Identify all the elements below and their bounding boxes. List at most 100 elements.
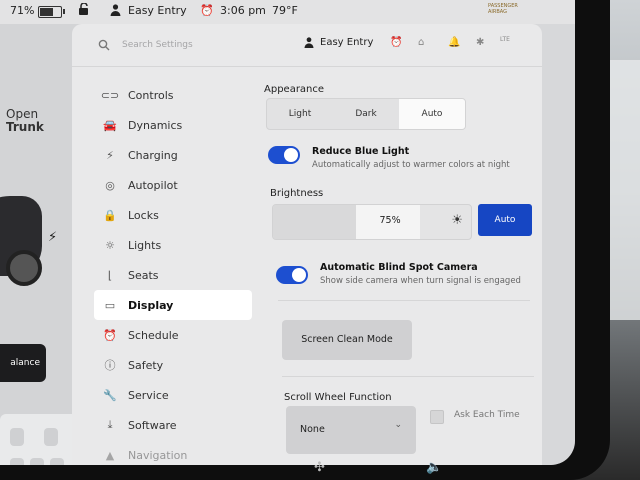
appearance-option-dark[interactable]: Dark: [333, 99, 399, 129]
profile-name[interactable]: Easy Entry: [128, 4, 187, 17]
sidebar-item-autopilot[interactable]: ◎ Autopilot: [100, 170, 260, 200]
trunk-label-line2: Trunk: [6, 120, 44, 134]
ask-each-time-checkbox[interactable]: [430, 410, 444, 424]
seat-icon: [50, 458, 64, 465]
fan-icon[interactable]: ✣: [314, 460, 325, 475]
brightness-slider[interactable]: ☼ 75% ☀: [272, 204, 472, 240]
brightness-value: 75%: [379, 215, 401, 226]
blind-spot-camera-toggle[interactable]: [276, 266, 308, 284]
alarm-clock-icon[interactable]: ⏰: [390, 37, 402, 48]
sidebar-item-label: Display: [128, 298, 174, 312]
sidebar-item-label: Safety: [128, 358, 164, 372]
reduce-blue-light-title: Reduce Blue Light: [312, 146, 410, 157]
screen-clean-mode-button[interactable]: Screen Clean Mode: [282, 320, 412, 360]
volume-icon[interactable]: 🔈: [426, 460, 442, 475]
info-icon: ⓘ: [104, 359, 116, 372]
sidebar-item-display[interactable]: ▭ Display: [94, 290, 252, 320]
reduce-blue-light-description: Automatically adjust to warmer colors at…: [312, 160, 510, 170]
brightness-handle[interactable]: 75%: [355, 205, 420, 239]
seat-icon: [44, 428, 58, 446]
scroll-wheel-function-label: Scroll Wheel Function: [284, 392, 392, 403]
sidebar-item-charging[interactable]: ⚡ Charging: [100, 140, 260, 170]
sun-large-icon: ☀: [451, 213, 463, 228]
search-icon[interactable]: [98, 36, 110, 55]
toggle-icon: ⊂⊃: [100, 88, 120, 102]
sidebar-item-label: Service: [128, 388, 169, 402]
lock-icon: 🔒: [103, 208, 117, 222]
toggle-knob: [284, 148, 298, 162]
charging-bolt-icon: ⚡: [48, 230, 58, 245]
profile-icon[interactable]: [110, 4, 121, 19]
balance-button[interactable]: alance: [0, 344, 46, 382]
search-settings-input[interactable]: [120, 36, 234, 54]
sidebar-item-lights[interactable]: ☼ Lights: [100, 230, 260, 260]
lock-icon[interactable]: [78, 2, 90, 19]
bell-icon[interactable]: 🔔: [448, 37, 460, 48]
sidebar-item-locks[interactable]: 🔒 Locks: [100, 200, 260, 230]
sidebar-item-software[interactable]: ⤓ Software: [100, 410, 260, 440]
sidebar-item-label: Lights: [128, 238, 162, 252]
seat-icon: ⌊: [107, 268, 113, 282]
appearance-segmented-control: Light Dark Auto: [266, 98, 466, 130]
seat-icon: [10, 428, 24, 446]
sidebar-item-label: Controls: [128, 88, 174, 102]
brightness-auto-button[interactable]: Auto: [478, 204, 532, 236]
scroll-wheel-function-select[interactable]: None ⌄: [286, 406, 416, 454]
wrench-icon: 🔧: [103, 388, 117, 402]
sidebar-item-label: Software: [128, 418, 177, 432]
sidebar-item-label: Seats: [128, 268, 159, 282]
scroll-wheel-selected-value: None: [300, 424, 325, 435]
battery-percent: 71%: [10, 4, 35, 17]
chevron-down-icon: ⌄: [394, 420, 402, 430]
reduce-blue-light-toggle[interactable]: [268, 146, 300, 164]
ask-each-time-label: Ask Each Time: [454, 410, 520, 420]
light-icon: ☼: [105, 238, 115, 252]
outside-temperature: 79°F: [272, 4, 298, 17]
passenger-airbag-indicator: PASSENGER AIRBAG: [488, 3, 518, 15]
sidebar-item-dynamics[interactable]: 🚘 Dynamics: [100, 110, 260, 140]
bolt-icon: ⚡: [106, 148, 114, 162]
blind-spot-camera-description: Show side camera when turn signal is eng…: [320, 276, 521, 286]
sidebar-item-service[interactable]: 🔧 Service: [100, 380, 260, 410]
homelink-icon[interactable]: ⌂: [418, 37, 424, 48]
blind-spot-camera-title: Automatic Blind Spot Camera: [320, 262, 478, 273]
lte-signal-icon: LTE: [500, 36, 510, 43]
trunk-label-line1: Open: [6, 107, 39, 121]
settings-window: Easy Entry ⏰ ⌂ 🔔 ✱ LTE ⊂⊃ Controls 🚘 Dynami…: [72, 24, 542, 465]
header-profile-name[interactable]: Easy Entry: [320, 37, 373, 48]
appearance-option-light[interactable]: Light: [267, 99, 333, 129]
divider: [282, 376, 534, 377]
brightness-label: Brightness: [270, 188, 324, 199]
navigation-icon: ▲: [105, 448, 115, 462]
appearance-option-auto[interactable]: Auto: [399, 99, 465, 129]
battery-icon: [38, 6, 65, 18]
sidebar-item-label: Locks: [128, 208, 159, 222]
seat-heater-thumbnail[interactable]: [0, 414, 82, 465]
display-icon: ▭: [104, 298, 116, 312]
toggle-knob: [292, 268, 306, 282]
sidebar-item-safety[interactable]: ⓘ Safety: [100, 350, 260, 380]
status-bar: 71% Easy Entry ⏰ 3:06 pm 79°F PASSENGER …: [0, 0, 575, 24]
settings-header: Easy Entry ⏰ ⌂ 🔔 ✱ LTE: [72, 24, 542, 67]
touchscreen: 71% Easy Entry ⏰ 3:06 pm 79°F PASSENGER …: [0, 0, 575, 465]
bottom-dock: ✣ 🔈: [200, 458, 500, 480]
profile-icon[interactable]: [304, 37, 314, 51]
sidebar-item-seats[interactable]: ⌊ Seats: [100, 260, 260, 290]
sidebar-item-label: Charging: [128, 148, 178, 162]
sidebar-item-schedule[interactable]: ⏰ Schedule: [100, 320, 260, 350]
airbag-line-2: AIRBAG: [488, 9, 508, 15]
seat-icon: [30, 458, 44, 465]
divider: [278, 300, 530, 301]
clock-icon: ⏰: [103, 328, 117, 342]
clock-time: 3:06 pm: [220, 4, 266, 17]
sidebar-item-label: Navigation: [128, 448, 188, 462]
sidebar-item-controls[interactable]: ⊂⊃ Controls: [100, 80, 260, 110]
sidebar-item-label: Schedule: [128, 328, 179, 342]
alarm-clock-icon: ⏰: [200, 4, 214, 17]
download-icon: ⤓: [107, 418, 113, 431]
open-trunk-button[interactable]: Open Trunk: [6, 108, 44, 134]
sidebar-item-label: Dynamics: [128, 118, 183, 132]
car-wheel: [6, 250, 42, 286]
bluetooth-icon[interactable]: ✱: [476, 37, 484, 48]
car-icon: 🚘: [103, 118, 117, 132]
